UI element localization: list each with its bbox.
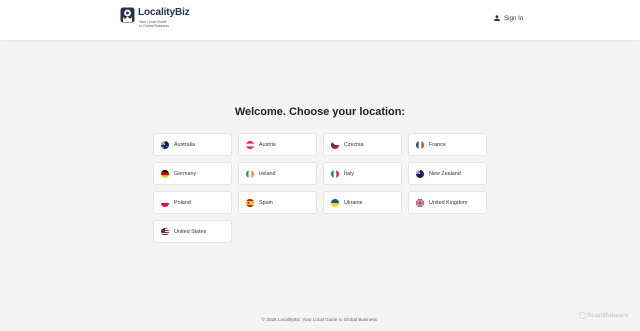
location-label: Austria <box>259 141 276 148</box>
sign-in-button[interactable]: Sign In <box>493 14 523 22</box>
location-label: Germany <box>174 170 197 177</box>
flag-united-kingdom-icon <box>416 198 424 207</box>
logo[interactable]: LocalityBiz Your Local Guide to Global B… <box>120 7 190 29</box>
location-card-poland[interactable]: Poland <box>153 191 232 214</box>
location-card-italy[interactable]: Italy <box>323 162 402 185</box>
location-card-czechia[interactable]: Czechia <box>323 133 402 156</box>
shield-icon <box>579 312 586 319</box>
page-title: Welcome. Choose your location: <box>234 106 406 118</box>
flag-ireland-icon <box>246 169 254 178</box>
flag-germany-icon <box>161 169 169 178</box>
location-label: United Kingdom <box>429 199 468 206</box>
flag-australia-icon <box>161 140 169 149</box>
location-label: Spain <box>259 199 273 206</box>
location-card-austria[interactable]: Austria <box>238 133 317 156</box>
flag-italy-icon <box>331 169 339 178</box>
flag-united-states-icon <box>161 227 169 236</box>
location-label: Italy <box>344 170 354 177</box>
location-card-new-zealand[interactable]: New Zealand <box>408 162 487 185</box>
flag-ukraine-icon <box>331 198 339 207</box>
location-card-spain[interactable]: Spain <box>238 191 317 214</box>
flag-poland-icon <box>161 198 169 207</box>
location-card-france[interactable]: France <box>408 133 487 156</box>
flag-new-zealand-icon <box>416 169 424 178</box>
footer-copyright: © 2026 LocalityBiz. Your Local Guide to … <box>261 317 379 322</box>
logo-text: LocalityBiz Your Local Guide to Global B… <box>138 7 190 29</box>
location-label: Ireland <box>259 170 276 177</box>
logo-name: LocalityBiz <box>138 7 190 18</box>
location-card-united-states[interactable]: United States <box>153 220 232 243</box>
location-label: Ukraine <box>344 199 363 206</box>
location-card-ukraine[interactable]: Ukraine <box>323 191 402 214</box>
location-label: United States <box>174 228 207 235</box>
location-label: Czechia <box>344 141 364 148</box>
location-card-australia[interactable]: Australia <box>153 133 232 156</box>
watermark: ScanMalware <box>579 312 628 319</box>
user-icon <box>494 15 500 21</box>
location-card-germany[interactable]: Germany <box>153 162 232 185</box>
site-header: LocalityBiz Your Local Guide to Global B… <box>0 0 640 40</box>
flag-czechia-icon <box>331 140 339 149</box>
logo-tagline-line-2: to Global Business <box>139 24 169 29</box>
flag-spain-icon <box>246 198 254 207</box>
location-card-ireland[interactable]: Ireland <box>238 162 317 185</box>
watermark-text: ScanMalware <box>587 312 629 319</box>
flag-austria-icon <box>246 140 254 149</box>
location-label: France <box>429 141 446 148</box>
sign-in-label: Sign In <box>504 14 524 22</box>
location-card-united-kingdom[interactable]: United Kingdom <box>408 191 487 214</box>
logo-map-pin-icon <box>120 7 135 23</box>
flag-france-icon <box>416 140 424 149</box>
location-label: New Zealand <box>429 170 461 177</box>
location-label: Poland <box>174 199 191 206</box>
location-label: Australia <box>174 141 195 148</box>
